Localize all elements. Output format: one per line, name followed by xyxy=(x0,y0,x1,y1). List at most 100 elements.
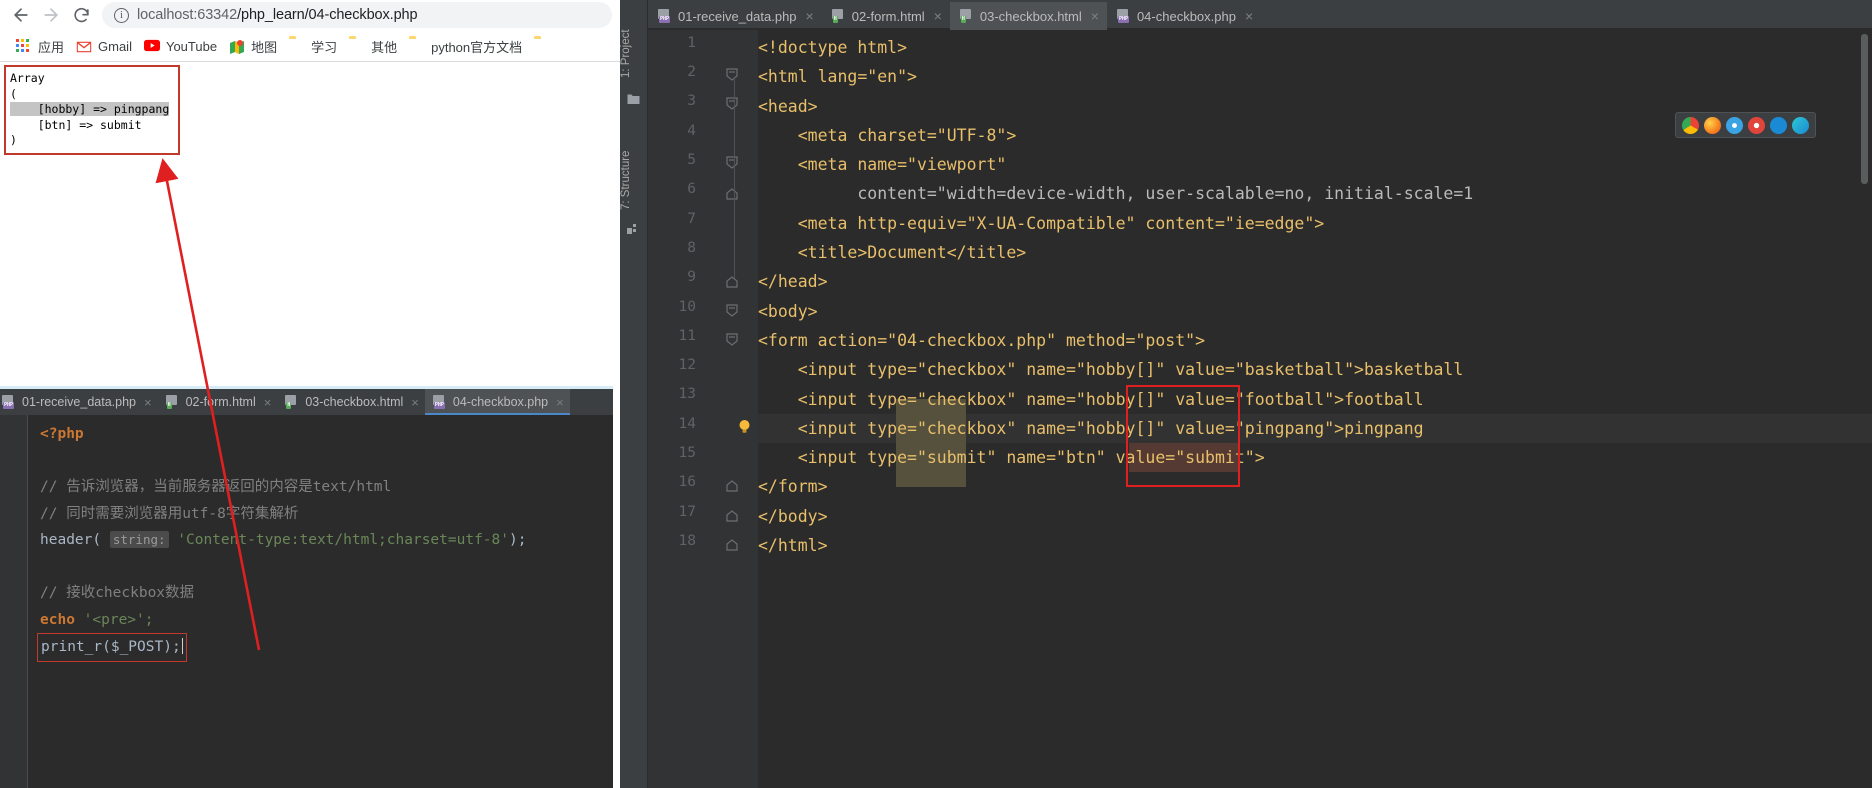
page-info-icon[interactable]: i xyxy=(114,7,129,23)
code-line-2: <html lang="en"> xyxy=(758,67,917,87)
bookmark-label: YouTube xyxy=(165,39,218,54)
tab-02-form-html[interactable]: H 02-form.html × xyxy=(822,2,950,30)
close-icon[interactable]: × xyxy=(556,395,564,410)
fold-marker-head[interactable] xyxy=(726,97,738,110)
fold-marker-end-head[interactable] xyxy=(726,275,738,288)
tab-01-receive-data-php[interactable]: PHP 01-receive_data.php × xyxy=(648,2,822,30)
editor-gutter-main[interactable]: 1 2 3 4 5 6 7 8 9 10 11 12 13 14 15 16 1… xyxy=(648,30,758,788)
tab-label: 04-checkbox.php xyxy=(1136,8,1236,24)
opera-icon[interactable] xyxy=(1748,116,1765,134)
editor-gutter-bottom[interactable] xyxy=(0,415,28,788)
bookmark-label: 应用 xyxy=(38,40,65,55)
bookmark-label: python官方文档 xyxy=(431,40,523,55)
safari-icon[interactable] xyxy=(1726,116,1743,134)
bookmark-folder-extra[interactable] xyxy=(528,35,562,59)
line-number: 2 xyxy=(687,64,696,80)
close-icon[interactable]: × xyxy=(1091,8,1099,24)
close-icon[interactable]: × xyxy=(1245,8,1253,24)
bookmark-label: 地图 xyxy=(251,40,278,55)
line-number: 6 xyxy=(687,181,696,197)
code-line-14: <input type="checkbox" name="hobby[]" va… xyxy=(758,418,1424,438)
phpstorm-secondary-window: PHP 01-receive_data.php × H 02-form.html… xyxy=(0,386,613,788)
tab-label: 03-checkbox.html xyxy=(305,395,404,409)
tab-04-checkbox-php[interactable]: PHP 04-checkbox.php × xyxy=(1107,2,1261,30)
vertical-scrollbar[interactable] xyxy=(1861,34,1868,184)
echo-argument: '<pre>'; xyxy=(83,611,154,628)
folder-icon[interactable] xyxy=(627,92,640,104)
code-comment-3: // 接收checkbox数据 xyxy=(40,585,195,601)
bookmark-folder-other[interactable]: 其他 xyxy=(343,35,403,59)
line-number: 5 xyxy=(687,152,696,168)
line-number: 14 xyxy=(678,416,696,432)
line-number: 16 xyxy=(678,474,696,490)
code-line-3: <head> xyxy=(758,96,818,116)
bookmark-maps[interactable]: 地图 xyxy=(223,35,283,59)
fold-marker-body[interactable] xyxy=(726,304,738,317)
maps-icon xyxy=(229,39,245,55)
php-print-r-output: Array ( [hobby] => pingpang [btn] => sub… xyxy=(10,71,170,147)
line-number: 17 xyxy=(678,504,696,520)
fold-marker-end-body[interactable] xyxy=(726,509,738,522)
reload-button[interactable] xyxy=(66,1,96,29)
bookmark-folder-study[interactable]: 学习 xyxy=(283,35,343,59)
bookmark-folder-python-docs[interactable]: python官方文档 xyxy=(403,35,528,59)
code-comment-1: // 告诉浏览器，当前服务器返回的内容是text/html xyxy=(40,479,392,495)
close-icon[interactable]: × xyxy=(806,8,814,24)
editor-tab-bar-main: PHP 01-receive_data.php × H 02-form.html… xyxy=(648,2,1261,30)
close-icon[interactable]: × xyxy=(411,395,419,410)
code-line-10: <body> xyxy=(758,301,818,321)
apps-grid-icon xyxy=(16,38,32,55)
modules-icon[interactable] xyxy=(627,222,640,234)
code-line-17: </body> xyxy=(758,506,828,526)
php-open-tag: <?php xyxy=(40,426,84,442)
code-line-16: </form> xyxy=(758,477,828,497)
fold-marker-end-form[interactable] xyxy=(726,479,738,492)
sidebar-item-project[interactable]: 1: Project xyxy=(620,6,648,82)
editor-bottom[interactable]: <?php // 告诉浏览器，当前服务器返回的内容是text/html // 同… xyxy=(0,415,613,788)
phpstorm-main-window: 1: Project 7: Structure PHP 01-receive_d… xyxy=(620,0,1872,788)
fold-marker-meta-viewport[interactable] xyxy=(726,156,738,169)
bookmark-youtube[interactable]: YouTube xyxy=(138,35,223,59)
tab-03-checkbox-html[interactable]: H 03-checkbox.html × xyxy=(277,389,425,415)
bookmark-gmail[interactable]: Gmail xyxy=(70,35,138,59)
code-line-5: <meta name="viewport" xyxy=(758,155,1007,175)
line-number: 9 xyxy=(687,269,696,285)
chrome-icon[interactable] xyxy=(1682,116,1699,134)
intention-bulb-icon[interactable] xyxy=(738,419,751,434)
header-argument: 'Content-type:text/html;charset=utf-8' xyxy=(177,532,509,548)
line-number: 13 xyxy=(678,386,696,402)
close-icon[interactable]: × xyxy=(144,395,152,410)
edge-icon[interactable] xyxy=(1792,116,1809,134)
fold-marker-end-viewport[interactable] xyxy=(726,187,738,200)
address-bar[interactable]: i localhost:63342/php_learn/04-checkbox.… xyxy=(102,2,612,28)
php-source-code[interactable]: <?php // 告诉浏览器，当前服务器返回的内容是text/html // 同… xyxy=(28,415,613,788)
sidebar-item-structure[interactable]: 7: Structure xyxy=(620,118,648,214)
folder-icon xyxy=(534,39,550,55)
code-editor-main[interactable]: 1 2 3 4 5 6 7 8 9 10 11 12 13 14 15 16 1… xyxy=(648,30,1872,788)
tab-02-form-html[interactable]: H 02-form.html × xyxy=(158,389,278,415)
fold-marker-form[interactable] xyxy=(726,333,738,346)
edge-legacy-icon[interactable] xyxy=(1770,116,1787,134)
html-file-icon: H xyxy=(959,9,974,23)
close-icon[interactable]: × xyxy=(264,395,272,410)
php-file-icon: PHP xyxy=(2,395,16,409)
tab-04-checkbox-php[interactable]: PHP 04-checkbox.php × xyxy=(424,389,570,415)
fold-marker-end-html[interactable] xyxy=(726,538,738,551)
firefox-icon[interactable] xyxy=(1704,116,1721,134)
browser-launch-strip[interactable] xyxy=(1675,112,1816,138)
printr-highlight-box: print_r($_POST); xyxy=(37,633,187,662)
fold-marker-html[interactable] xyxy=(726,68,738,81)
tab-label: 03-checkbox.html xyxy=(979,8,1082,24)
tab-01-receive-data-php[interactable]: PHP 01-receive_data.php × xyxy=(0,389,158,415)
close-icon[interactable]: × xyxy=(934,8,942,24)
bookmark-apps[interactable]: 应用 xyxy=(10,35,70,59)
code-line-7: <meta http-equiv="X-UA-Compatible" conte… xyxy=(758,213,1325,233)
back-button[interactable] xyxy=(6,1,36,29)
tab-03-checkbox-html[interactable]: H 03-checkbox.html × xyxy=(949,2,1107,30)
output-highlight-box: Array ( [hobby] => pingpang [btn] => sub… xyxy=(4,65,180,155)
line-number: 18 xyxy=(678,533,696,549)
php-file-icon: PHP xyxy=(1116,9,1131,23)
code-line-13: <input type="checkbox" name="hobby[]" va… xyxy=(758,389,1424,409)
forward-button[interactable] xyxy=(36,1,66,29)
html-source-code[interactable]: <!doctype html> <html lang="en"> <head> … xyxy=(758,30,1473,560)
